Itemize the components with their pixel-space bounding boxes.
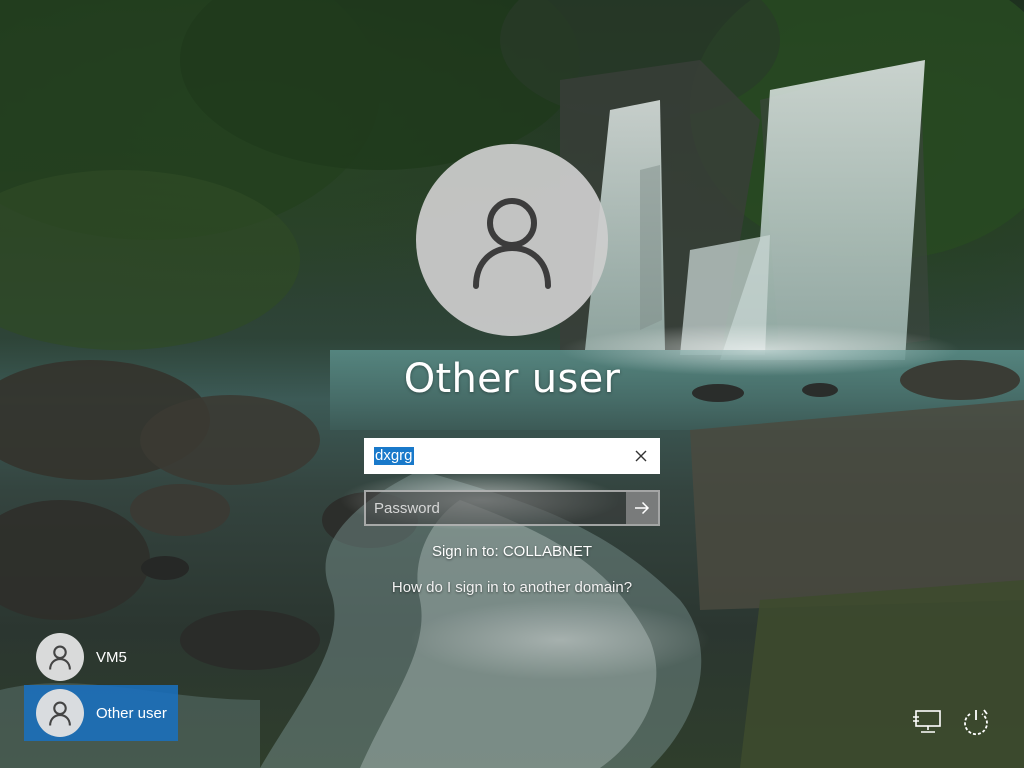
sign-in-domain-label: Sign in to: COLLABNET <box>431 543 593 560</box>
avatar <box>36 633 84 681</box>
user-switcher-list: VM5 Other user <box>24 629 178 741</box>
user-tile-label: Other user <box>96 704 167 722</box>
username-value[interactable]: dxgrg <box>374 447 414 465</box>
password-field[interactable] <box>366 492 626 524</box>
power-icon <box>964 709 988 736</box>
power-button[interactable] <box>958 704 994 740</box>
network-icon <box>913 710 941 733</box>
avatar <box>36 689 84 737</box>
user-silhouette-icon <box>473 198 551 289</box>
user-silhouette-icon <box>49 701 71 726</box>
clear-username-button[interactable] <box>628 444 654 468</box>
user-tile-vm5[interactable]: VM5 <box>24 629 178 685</box>
user-tile-label: VM5 <box>96 648 127 666</box>
arrow-right-icon <box>635 501 650 515</box>
other-domain-help-link[interactable]: How do I sign in to another domain? <box>312 579 712 596</box>
password-field-container <box>364 490 660 526</box>
submit-sign-in-button[interactable] <box>626 492 658 524</box>
current-user-name: Other user <box>403 356 621 402</box>
user-silhouette-icon <box>49 645 71 670</box>
username-field[interactable]: dxgrg <box>364 438 660 474</box>
current-user-avatar <box>416 144 608 336</box>
close-icon <box>635 450 647 462</box>
user-tile-other-user[interactable]: Other user <box>24 685 178 741</box>
network-button[interactable] <box>910 704 946 740</box>
